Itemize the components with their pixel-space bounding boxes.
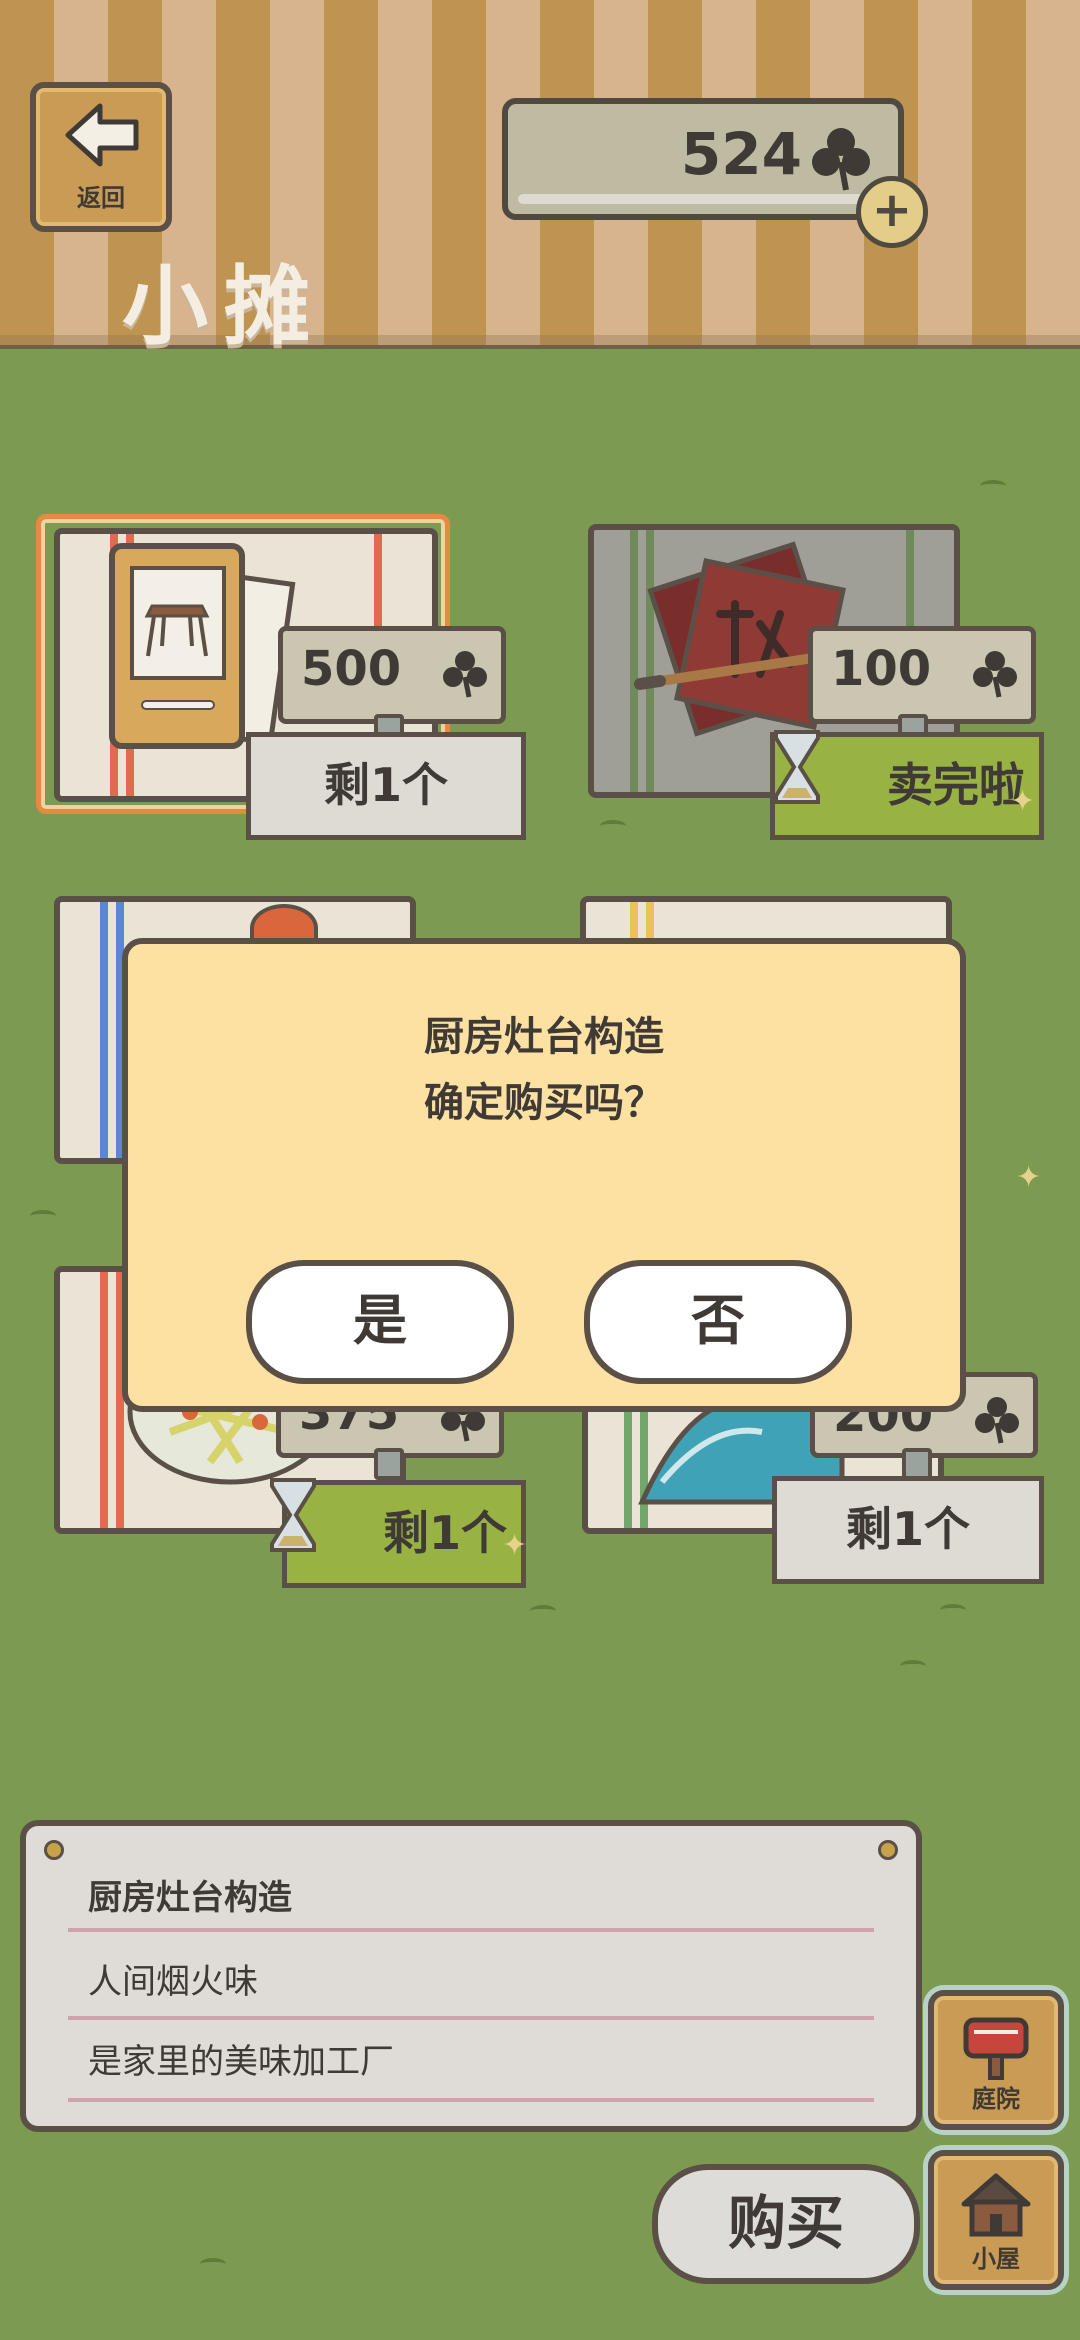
price-tag: 100 [808, 626, 1036, 724]
description-rule [68, 2016, 874, 2020]
house-icon [961, 2173, 1031, 2237]
sparkle-icon: ✦ [1010, 784, 1036, 819]
grass-mark [940, 1604, 966, 1616]
clover-icon [443, 651, 487, 698]
price-tag: 500 [278, 626, 506, 724]
coin-balance: 524 [502, 98, 904, 220]
yard-button[interactable]: 庭院 [928, 1990, 1064, 2130]
grass-mark [30, 1210, 56, 1222]
grass-mark [600, 820, 626, 832]
description-title: 厨房灶台构造 [88, 1878, 292, 1918]
stock-tag: 剩1个 [246, 732, 526, 840]
house-label: 小屋 [972, 2245, 1020, 2273]
back-button[interactable]: 返回 [30, 82, 172, 232]
clover-icon [973, 651, 1017, 698]
back-label: 返回 [77, 184, 125, 212]
hourglass-icon [774, 730, 820, 804]
page-title: 小摊 [122, 257, 326, 357]
item-description-board: 厨房灶台构造 人间烟火味 是家里的美味加工厂 [20, 1820, 922, 2132]
grass-mark [980, 480, 1006, 492]
item-card-2[interactable]: 100 卖完啦 ✦ [570, 514, 1050, 844]
yard-label: 庭院 [972, 2085, 1020, 2113]
dialog-item-name: 厨房灶台构造 [424, 1014, 664, 1060]
grass-mark [530, 1605, 556, 1617]
hourglass-icon [270, 1478, 316, 1552]
cloth-stripe [100, 1272, 108, 1528]
house-button[interactable]: 小屋 [928, 2150, 1064, 2290]
description-line: 人间烟火味 [88, 1962, 258, 2002]
grass-mark [200, 2258, 226, 2270]
board-nail [878, 1840, 898, 1860]
item-price: 100 [831, 641, 932, 697]
confirm-yes-button[interactable]: 是 [246, 1260, 514, 1384]
cloth-stripe [100, 902, 108, 1158]
sparkle-icon: ✦ [502, 1528, 528, 1563]
clover-icon [975, 1397, 1019, 1444]
item-price: 500 [301, 641, 402, 697]
grass-mark [900, 1660, 926, 1672]
board-nail [44, 1840, 64, 1860]
tag-pin [374, 1448, 404, 1480]
coin-box-highlight [518, 194, 888, 204]
add-coins-button[interactable]: + [856, 176, 928, 248]
description-line: 是家里的美味加工厂 [88, 2042, 394, 2082]
confirm-dialog: 厨房灶台构造 确定购买吗？ 是 否 [122, 938, 966, 1412]
clover-icon [812, 128, 870, 191]
stock-tag: 剩1个 [772, 1476, 1044, 1584]
dialog-question: 确定购买吗？ [424, 1080, 664, 1126]
sparkle-icon: ✦ [1016, 1160, 1042, 1195]
buy-button[interactable]: 购买 [652, 2164, 920, 2284]
description-rule [68, 2098, 874, 2102]
coin-value: 524 [680, 120, 802, 188]
mailbox-icon [963, 2017, 1029, 2080]
description-rule [68, 1928, 874, 1932]
confirm-no-button[interactable]: 否 [584, 1260, 852, 1384]
item-card-1[interactable]: 500 剩1个 [36, 514, 526, 840]
back-arrow-icon [65, 103, 139, 167]
